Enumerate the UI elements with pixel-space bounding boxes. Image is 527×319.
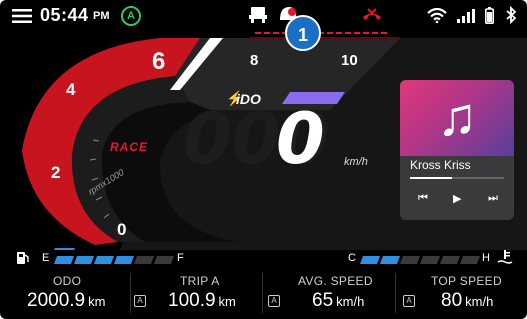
mode-badge: A	[121, 6, 141, 26]
play-icon[interactable]: ▶	[453, 192, 461, 205]
top-speed-panel: TOP SPEED 80 km/h	[397, 262, 527, 319]
avg-speed-value: 65	[312, 290, 334, 311]
rpm-label-2: 2	[51, 163, 61, 182]
music-note-icon: ♫	[436, 87, 478, 147]
rpm-label-6: 6	[152, 48, 166, 75]
previous-icon[interactable]: ⏮	[418, 192, 428, 205]
callout-marker: 1	[285, 15, 321, 51]
divider	[395, 273, 396, 313]
fuel-gauge	[54, 248, 75, 250]
bluetooth-icon	[506, 6, 517, 24]
rpm-label-10: 10	[341, 52, 358, 69]
odo-value: 2000.9	[27, 290, 86, 311]
battery-icon	[485, 7, 494, 24]
rpm-label-0: 0	[117, 220, 127, 239]
top-speed-unit: km/h	[465, 294, 494, 309]
clock-time: 05:44	[40, 5, 89, 25]
album-cover: ♫	[400, 80, 514, 156]
vehicle-icon	[249, 7, 267, 23]
trip-a-unit: km	[218, 294, 236, 309]
divider	[130, 273, 131, 313]
trip-a-value: 100.9	[168, 290, 216, 311]
top-speed-value: 80	[441, 290, 463, 311]
media-player-card[interactable]: ♫ Kross Kriss ⏮ ▶ ⏭	[400, 80, 514, 220]
avg-speed-label: AVG. SPEED	[298, 274, 373, 288]
trip-a-panel: TRIP A 100.9 km A	[132, 262, 280, 319]
next-icon[interactable]: ⏭	[488, 192, 498, 205]
track-progress-fill	[410, 177, 453, 179]
ride-mode-label: RACE	[110, 140, 149, 154]
odo-readout: 2000.9 km	[27, 290, 105, 312]
dashboard-screen: 05:44 PM A 6 4 2 0 8 10 RACE rpmx1000 ⚡ …	[0, 0, 527, 319]
odo-unit: km	[88, 294, 106, 309]
track-progress-bar[interactable]	[410, 177, 504, 179]
trip-a-label: TRIP A	[180, 274, 220, 288]
trip-a-readout: 100.9 km	[168, 290, 236, 312]
avg-speed-readout: 65 km/h	[312, 290, 364, 312]
call-end-icon[interactable]	[361, 7, 383, 23]
wifi-icon	[427, 8, 447, 23]
signal-icon	[457, 9, 475, 23]
speed-unit: km/h	[344, 156, 368, 168]
rpm-label-4: 4	[66, 80, 76, 99]
avg-speed-unit: km/h	[336, 294, 365, 309]
clock-ampm: PM	[93, 10, 110, 22]
divider	[262, 273, 263, 313]
status-bar: 05:44 PM A	[0, 0, 527, 30]
rpm-label-8: 8	[250, 52, 259, 69]
top-speed-readout: 80 km/h	[441, 290, 493, 312]
speed-value: 0	[276, 98, 325, 180]
odo-label: ODO	[53, 274, 82, 288]
top-speed-label: TOP SPEED	[431, 274, 502, 288]
track-title: Kross Kriss	[410, 158, 471, 172]
avg-speed-panel: AVG. SPEED 65 km/h A	[264, 262, 415, 319]
odo-panel: ODO 2000.9 km A	[0, 262, 146, 319]
menu-icon[interactable]	[12, 9, 32, 23]
